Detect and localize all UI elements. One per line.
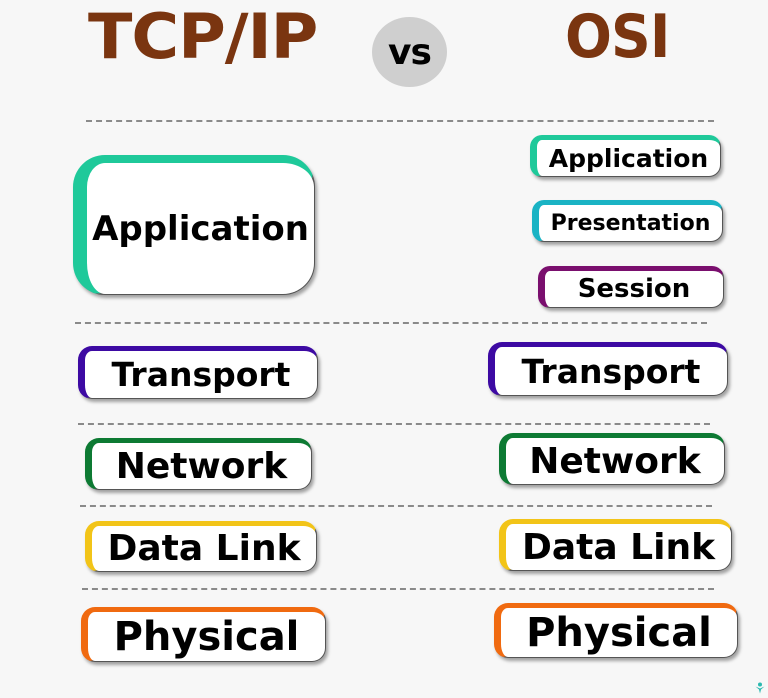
osi-layer-data-link: Data Link [499, 519, 732, 571]
layer-label: Physical [526, 609, 712, 656]
layer-label: Network [115, 445, 288, 487]
layer-label: Session [577, 274, 691, 304]
osi-layer-application: Application [530, 135, 721, 177]
osi-layer-transport: Transport [488, 342, 728, 396]
osi-layer-session: Session [538, 266, 724, 308]
osi-layer-physical: Physical [494, 603, 738, 658]
divider [78, 423, 710, 425]
osi-layer-network: Network [499, 433, 725, 485]
tcpip-layer-application: Application [73, 155, 315, 295]
layer-label: Application [92, 208, 309, 249]
osi-title: OSI [565, 2, 670, 72]
vs-badge: vs [372, 17, 447, 87]
layer-label: Network [529, 440, 701, 482]
layer-label: Data Link [107, 528, 301, 569]
divider [82, 588, 714, 590]
layer-label: Data Link [521, 526, 716, 568]
tcpip-layer-physical: Physical [81, 607, 326, 662]
layer-label: Presentation [550, 210, 711, 236]
tcpip-layer-transport: Transport [78, 346, 318, 399]
divider [75, 322, 707, 324]
logo-icon [755, 679, 765, 694]
osi-layer-presentation: Presentation [532, 200, 723, 242]
divider [80, 505, 712, 507]
tcpip-title: TCP/IP [88, 0, 318, 73]
tcpip-layer-data-link: Data Link [85, 521, 317, 572]
divider [86, 120, 714, 122]
layer-label: Application [548, 143, 709, 173]
layer-label: Physical [113, 613, 300, 660]
tcpip-layer-network: Network [85, 438, 312, 490]
layer-label: Transport [111, 355, 291, 394]
vs-label: vs [388, 31, 432, 73]
layer-label: Transport [521, 351, 701, 391]
